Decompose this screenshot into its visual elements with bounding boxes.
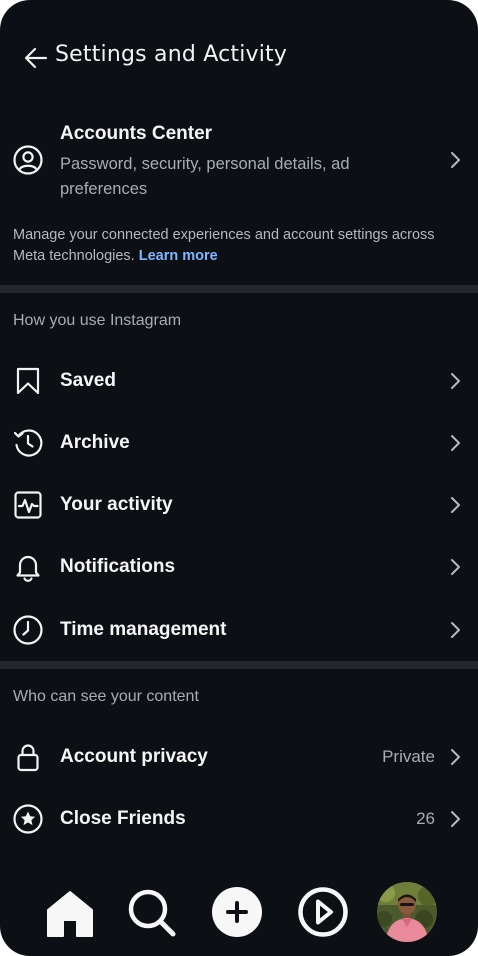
menu-item-label: Archive [60,432,130,453]
chevron-right-icon [448,557,462,577]
chevron-right-icon [448,150,462,170]
lock-icon [12,741,44,773]
chevron-right-icon [448,433,462,453]
accounts-center-title: Accounts Center [60,123,213,144]
menu-item-time-management[interactable]: Time management [0,601,478,659]
archive-history-icon [12,427,44,459]
chevron-right-icon [448,620,462,640]
chevron-right-icon [448,747,462,767]
arrow-left-icon[interactable] [22,44,50,72]
user-circle-icon [12,144,44,176]
menu-item-saved[interactable]: Saved [0,352,478,410]
chevron-right-icon [448,809,462,829]
meta-note-text: Manage your connected experiences and ac… [13,227,435,264]
chevron-right-icon [448,495,462,515]
menu-item-archive[interactable]: Archive [0,414,478,472]
menu-item-label: Account privacy [60,746,208,767]
menu-item-label: Saved [60,370,116,391]
bell-icon [12,551,44,583]
close-friends-count: 26 [416,809,435,828]
menu-item-label: Your activity [60,494,173,515]
accounts-center-description: Password, security, personal details, ad… [60,155,350,198]
home-icon[interactable] [42,884,98,940]
menu-item-label: Close Friends [60,808,186,829]
settings-screen: Settings and Activity Accounts Center Pa… [0,0,478,956]
bookmark-icon [12,365,44,397]
section-heading-who: Who can see your content [13,688,199,705]
menu-item-label: Notifications [60,556,176,577]
menu-item-label: Time management [60,619,227,640]
section-divider [0,661,478,669]
profile-avatar[interactable] [376,881,438,943]
chevron-right-icon [448,371,462,391]
page-title: Settings and Activity [55,42,288,67]
learn-more-link[interactable]: Learn more [139,248,218,264]
activity-icon [12,489,44,521]
menu-item-notifications[interactable]: Notifications [0,538,478,596]
reels-play-icon[interactable] [295,884,351,940]
bottom-nav [0,872,478,956]
search-icon[interactable] [123,884,179,940]
menu-item-close-friends[interactable]: Close Friends 26 [0,790,478,848]
menu-item-your-activity[interactable]: Your activity [0,476,478,534]
privacy-status-value: Private [382,747,435,766]
menu-item-account-privacy[interactable]: Account privacy Private [0,728,478,786]
create-plus-icon[interactable] [209,884,265,940]
section-heading-how: How you use Instagram [13,312,182,329]
accounts-center-item[interactable]: Accounts Center Password, security, pers… [0,112,478,212]
meta-note: Manage your connected experiences and ac… [13,225,465,267]
section-divider [0,285,478,293]
clock-icon [12,614,44,646]
star-circle-icon [12,803,44,835]
header: Settings and Activity [0,30,478,86]
